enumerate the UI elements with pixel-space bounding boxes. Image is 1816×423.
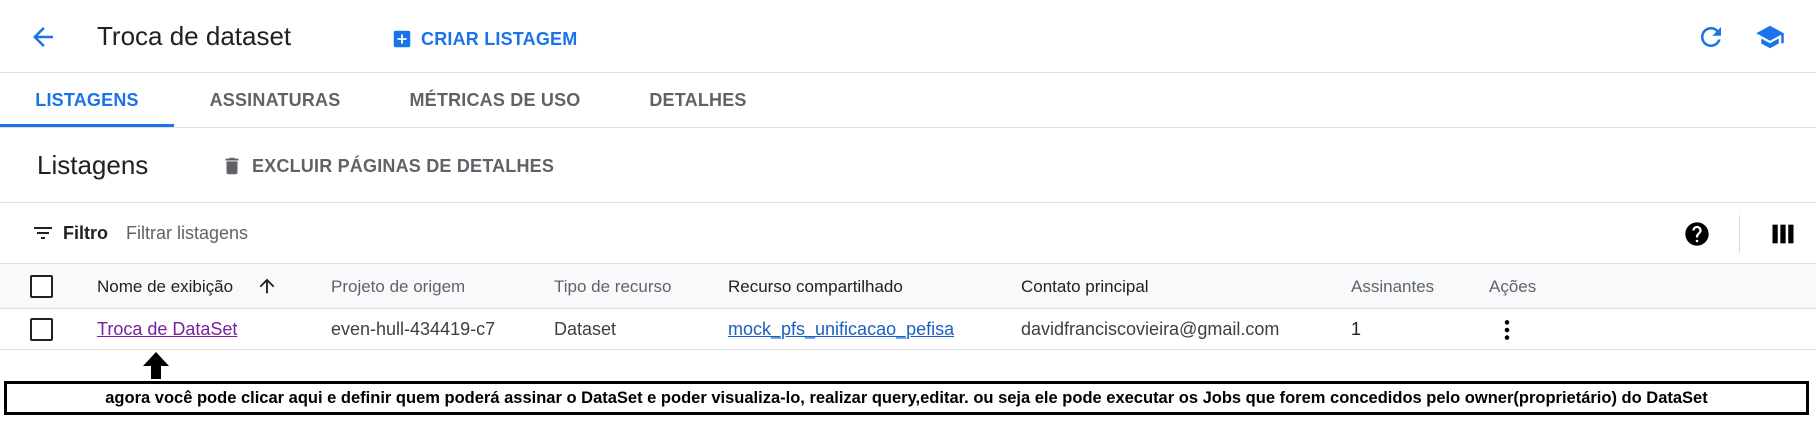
delete-detail-pages-button[interactable]: EXCLUIR PÁGINAS DE DETALHES bbox=[221, 153, 554, 179]
display-name-cell: Troca de DataSet bbox=[97, 309, 237, 350]
column-header-source-project[interactable]: Projeto de origem bbox=[331, 264, 465, 309]
shared-resource-link[interactable]: mock_pfs_unificacao_pefisa bbox=[728, 319, 954, 339]
filter-list-icon bbox=[34, 227, 52, 239]
active-tab-indicator bbox=[0, 124, 174, 127]
row-actions-button[interactable] bbox=[1494, 317, 1520, 343]
shared-resource-cell: mock_pfs_unificacao_pefisa bbox=[728, 309, 954, 350]
source-project-cell: even-hull-434419-c7 bbox=[331, 319, 496, 339]
add-box-icon bbox=[393, 30, 411, 48]
create-listing-label: CRIAR LISTAGEM bbox=[421, 28, 578, 49]
column-display-button[interactable] bbox=[1769, 220, 1797, 248]
more-vert-icon bbox=[1504, 320, 1510, 340]
listings-section-header: Listagens EXCLUIR PÁGINAS DE DETALHES bbox=[0, 128, 1816, 203]
row-checkbox[interactable] bbox=[30, 318, 53, 341]
top-bar: Troca de dataset CRIAR LISTAGEM bbox=[0, 0, 1816, 73]
filter-input[interactable] bbox=[126, 218, 686, 248]
section-title: Listagens bbox=[37, 150, 149, 180]
filter-button[interactable]: Filtro bbox=[31, 220, 108, 246]
annotation-note: agora você pode clicar aqui e definir qu… bbox=[4, 381, 1809, 415]
filter-label: Filtro bbox=[63, 222, 108, 243]
column-header-display-name[interactable]: Nome de exibição bbox=[97, 264, 233, 309]
column-header-shared-resource[interactable]: Recurso compartilhado bbox=[728, 264, 903, 309]
trash-icon bbox=[225, 157, 239, 175]
arrow-upward-icon bbox=[259, 278, 275, 294]
annotation-arrow-icon bbox=[142, 351, 170, 380]
toolbar-divider bbox=[1739, 215, 1740, 253]
refresh-icon bbox=[1701, 27, 1721, 47]
back-button[interactable] bbox=[28, 22, 58, 52]
tab-listings[interactable]: LISTAGENS bbox=[0, 73, 174, 128]
tab-subscriptions[interactable]: ASSINATURAS bbox=[174, 73, 376, 128]
column-header-resource-type[interactable]: Tipo de recurso bbox=[554, 264, 671, 309]
listing-name-link[interactable]: Troca de DataSet bbox=[97, 319, 237, 339]
page-title: Troca de dataset bbox=[97, 21, 292, 51]
arrow-back-icon bbox=[33, 27, 53, 47]
learn-button[interactable] bbox=[1755, 22, 1785, 52]
column-header-subscribers[interactable]: Assinantes bbox=[1351, 264, 1434, 309]
table-row: Troca de DataSet even-hull-434419-c7 Dat… bbox=[0, 309, 1816, 350]
column-header-actions: Ações bbox=[1489, 277, 1537, 296]
select-all-checkbox[interactable] bbox=[30, 275, 53, 298]
table-header: Nome de exibição Projeto de origem Tipo … bbox=[0, 264, 1816, 309]
tab-bar: LISTAGENS ASSINATURAS MÉTRICAS DE USO DE… bbox=[0, 73, 1816, 128]
column-header-primary-contact[interactable]: Contato principal bbox=[1021, 264, 1149, 309]
refresh-button[interactable] bbox=[1696, 22, 1726, 52]
primary-contact-cell: davidfranciscovieira@gmail.com bbox=[1021, 319, 1280, 339]
tab-usage-metrics[interactable]: MÉTRICAS DE USO bbox=[392, 73, 598, 128]
annotation-text: agora você pode clicar aqui e definir qu… bbox=[105, 388, 1708, 407]
delete-detail-pages-label: EXCLUIR PÁGINAS DE DETALHES bbox=[252, 155, 555, 176]
subscribers-cell: 1 bbox=[1351, 319, 1362, 339]
view-column-icon bbox=[1772, 224, 1794, 244]
filter-bar: Filtro bbox=[0, 203, 1816, 264]
tab-details[interactable]: DETALHES bbox=[626, 73, 770, 128]
help-icon bbox=[1685, 222, 1709, 246]
school-icon bbox=[1756, 25, 1784, 49]
sort-ascending-button[interactable] bbox=[256, 275, 278, 297]
create-listing-button[interactable]: CRIAR LISTAGEM bbox=[391, 26, 577, 52]
resource-type-cell: Dataset bbox=[554, 319, 617, 339]
help-button[interactable] bbox=[1683, 220, 1711, 248]
